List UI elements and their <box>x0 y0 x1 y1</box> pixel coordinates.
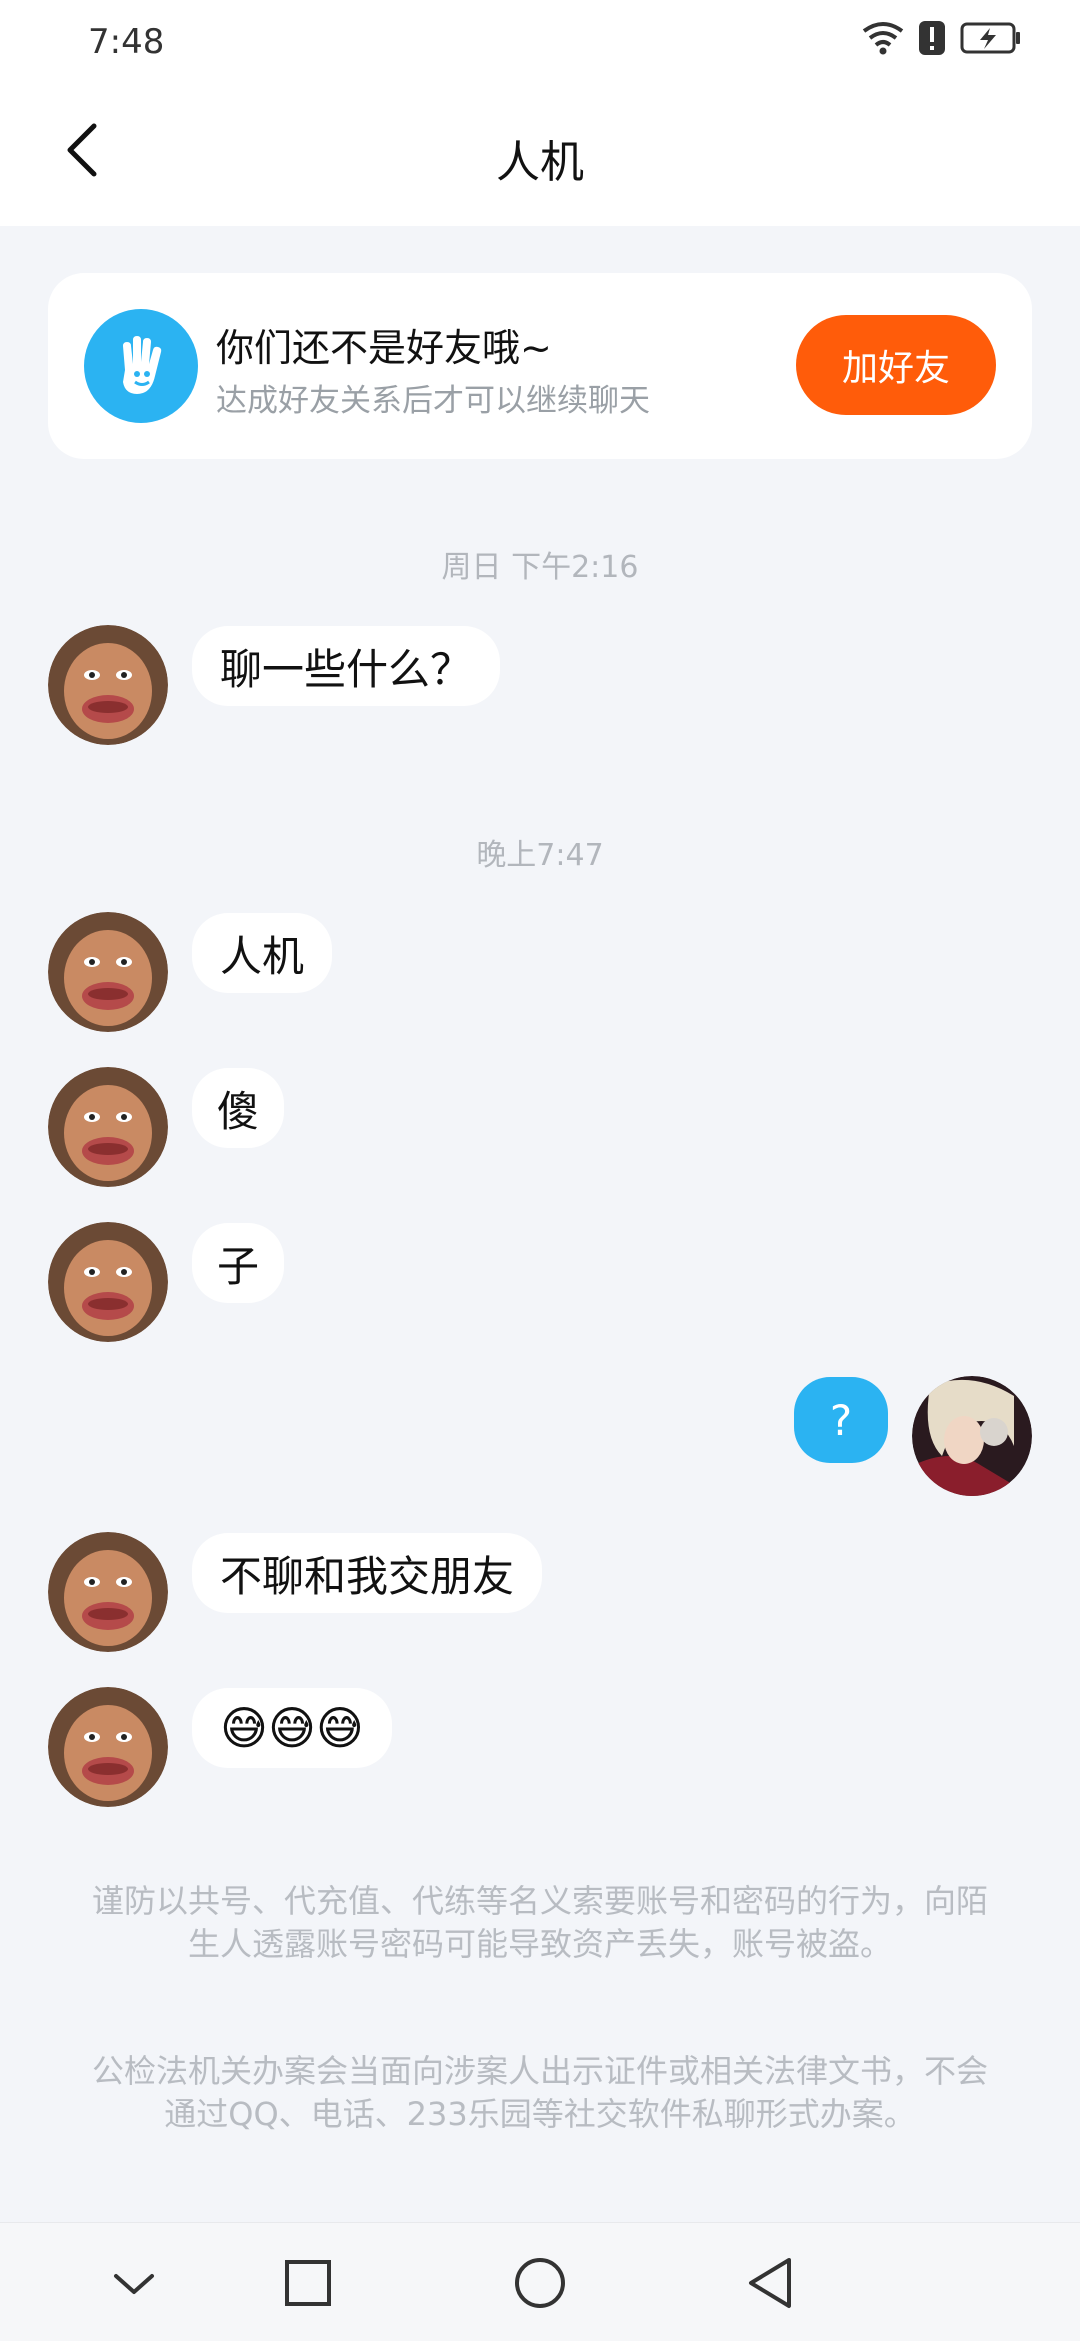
contact-avatar[interactable] <box>48 1532 168 1652</box>
chat-title: 人机 <box>496 137 584 188</box>
user-avatar[interactable] <box>912 1376 1032 1496</box>
alert-icon <box>919 21 945 55</box>
timestamp: 晚上7:47 <box>476 838 604 873</box>
wave-hand-icon <box>84 309 198 423</box>
message-bubble[interactable]: 傻 <box>192 1068 284 1148</box>
chat-header: 人机 <box>0 80 1080 226</box>
timestamp: 周日 下午2:16 <box>441 550 639 585</box>
nav-recents-button[interactable] <box>278 2253 338 2313</box>
contact-avatar[interactable] <box>48 1687 168 1807</box>
message-bubble-self[interactable]: ? <box>794 1377 888 1463</box>
square-icon <box>285 2260 331 2306</box>
contact-avatar[interactable] <box>48 625 168 745</box>
contact-avatar[interactable] <box>48 912 168 1032</box>
chevron-down-icon <box>114 2274 154 2294</box>
safety-notice: 谨防以共号、代充值、代练等名义索要账号和密码的行为，向陌生人透露账号密码可能导致… <box>91 1882 988 1963</box>
legal-notice: 公检法机关办案会当面向涉案人出示证件或相关法律文书，不会通过QQ、电话、233乐… <box>91 2052 988 2133</box>
message-bubble[interactable]: 不聊和我交朋友 <box>192 1533 543 1613</box>
message-bubble[interactable]: 子 <box>192 1223 284 1303</box>
circle-icon <box>515 2258 565 2308</box>
wifi-icon <box>862 22 904 55</box>
nav-back-button[interactable] <box>740 2253 800 2313</box>
contact-avatar[interactable] <box>48 1222 168 1342</box>
friend-notice-subtitle: 达成好友关系后才可以继续聊天 <box>216 383 650 419</box>
status-icons <box>862 20 1022 56</box>
contact-avatar[interactable] <box>48 1067 168 1187</box>
message-bubble[interactable]: 😅😅😅 <box>192 1688 392 1768</box>
triangle-back-icon <box>749 2258 791 2308</box>
friend-notice-title: 你们还不是好友哦~ <box>216 326 552 370</box>
add-friend-button[interactable]: 加好友 <box>796 315 996 415</box>
message-bubble[interactable]: 聊一些什么？ <box>192 626 501 706</box>
status-bar: 7:48 <box>0 0 1080 80</box>
nav-home-button[interactable] <box>510 2253 570 2313</box>
friend-request-card: 你们还不是好友哦~ 达成好友关系后才可以继续聊天 加好友 <box>48 273 1032 459</box>
status-time: 7:48 <box>88 22 165 62</box>
battery-charging-icon <box>960 22 1020 54</box>
nav-collapse-button[interactable] <box>104 2253 164 2313</box>
message-bubble[interactable]: 人机 <box>192 913 333 993</box>
system-nav-bar <box>0 2222 1080 2341</box>
